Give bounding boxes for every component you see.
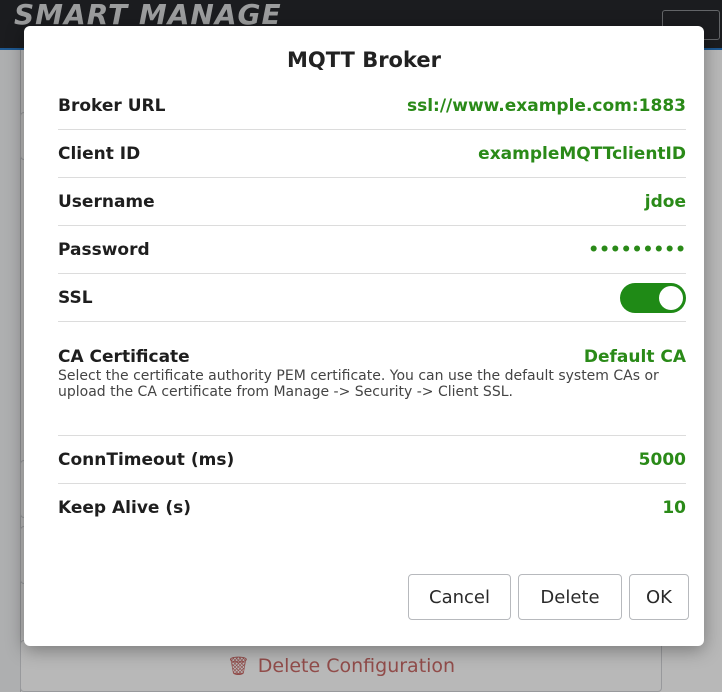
username-label: Username — [58, 191, 155, 212]
broker-url-label: Broker URL — [58, 95, 166, 116]
ssl-toggle-knob — [659, 285, 683, 310]
setting-row-password[interactable]: Password ••••••••• — [58, 226, 686, 274]
setting-row-keep-alive[interactable]: Keep Alive (s) 10 — [58, 484, 686, 531]
setting-row-ssl[interactable]: SSL — [58, 274, 686, 322]
ca-certificate-value[interactable]: Default CA — [584, 347, 686, 367]
setting-row-username[interactable]: Username jdoe — [58, 178, 686, 226]
broker-url-value[interactable]: ssl://www.example.com:1883 — [407, 96, 686, 116]
password-value[interactable]: ••••••••• — [588, 240, 686, 260]
ca-certificate-label: CA Certificate — [58, 347, 190, 367]
ca-certificate-description: Select the certificate authority PEM cer… — [58, 368, 659, 400]
ssl-label: SSL — [58, 287, 93, 308]
mqtt-broker-dialog: MQTT Broker Broker URL ssl://www.example… — [24, 26, 704, 646]
setting-row-client-id[interactable]: Client ID exampleMQTTclientID — [58, 130, 686, 178]
ssl-toggle[interactable] — [620, 282, 686, 313]
username-value[interactable]: jdoe — [645, 192, 686, 212]
client-id-value[interactable]: exampleMQTTclientID — [478, 144, 686, 164]
client-id-label: Client ID — [58, 143, 141, 164]
dialog-title: MQTT Broker — [287, 48, 441, 72]
settings-list: Broker URL ssl://www.example.com:1883 Cl… — [58, 82, 686, 531]
ok-button[interactable]: OK — [629, 574, 689, 620]
setting-row-broker-url[interactable]: Broker URL ssl://www.example.com:1883 — [58, 82, 686, 130]
setting-row-ca-certificate[interactable]: CA Certificate Default CA Select the cer… — [58, 322, 686, 436]
conn-timeout-label: ConnTimeout (ms) — [58, 449, 235, 470]
cancel-button[interactable]: Cancel — [408, 574, 511, 620]
setting-row-conn-timeout[interactable]: ConnTimeout (ms) 5000 — [58, 436, 686, 484]
conn-timeout-value[interactable]: 5000 — [639, 450, 686, 470]
keep-alive-value[interactable]: 10 — [662, 498, 686, 518]
keep-alive-label: Keep Alive (s) — [58, 497, 192, 518]
delete-button[interactable]: Delete — [518, 574, 622, 620]
password-label: Password — [58, 239, 150, 260]
